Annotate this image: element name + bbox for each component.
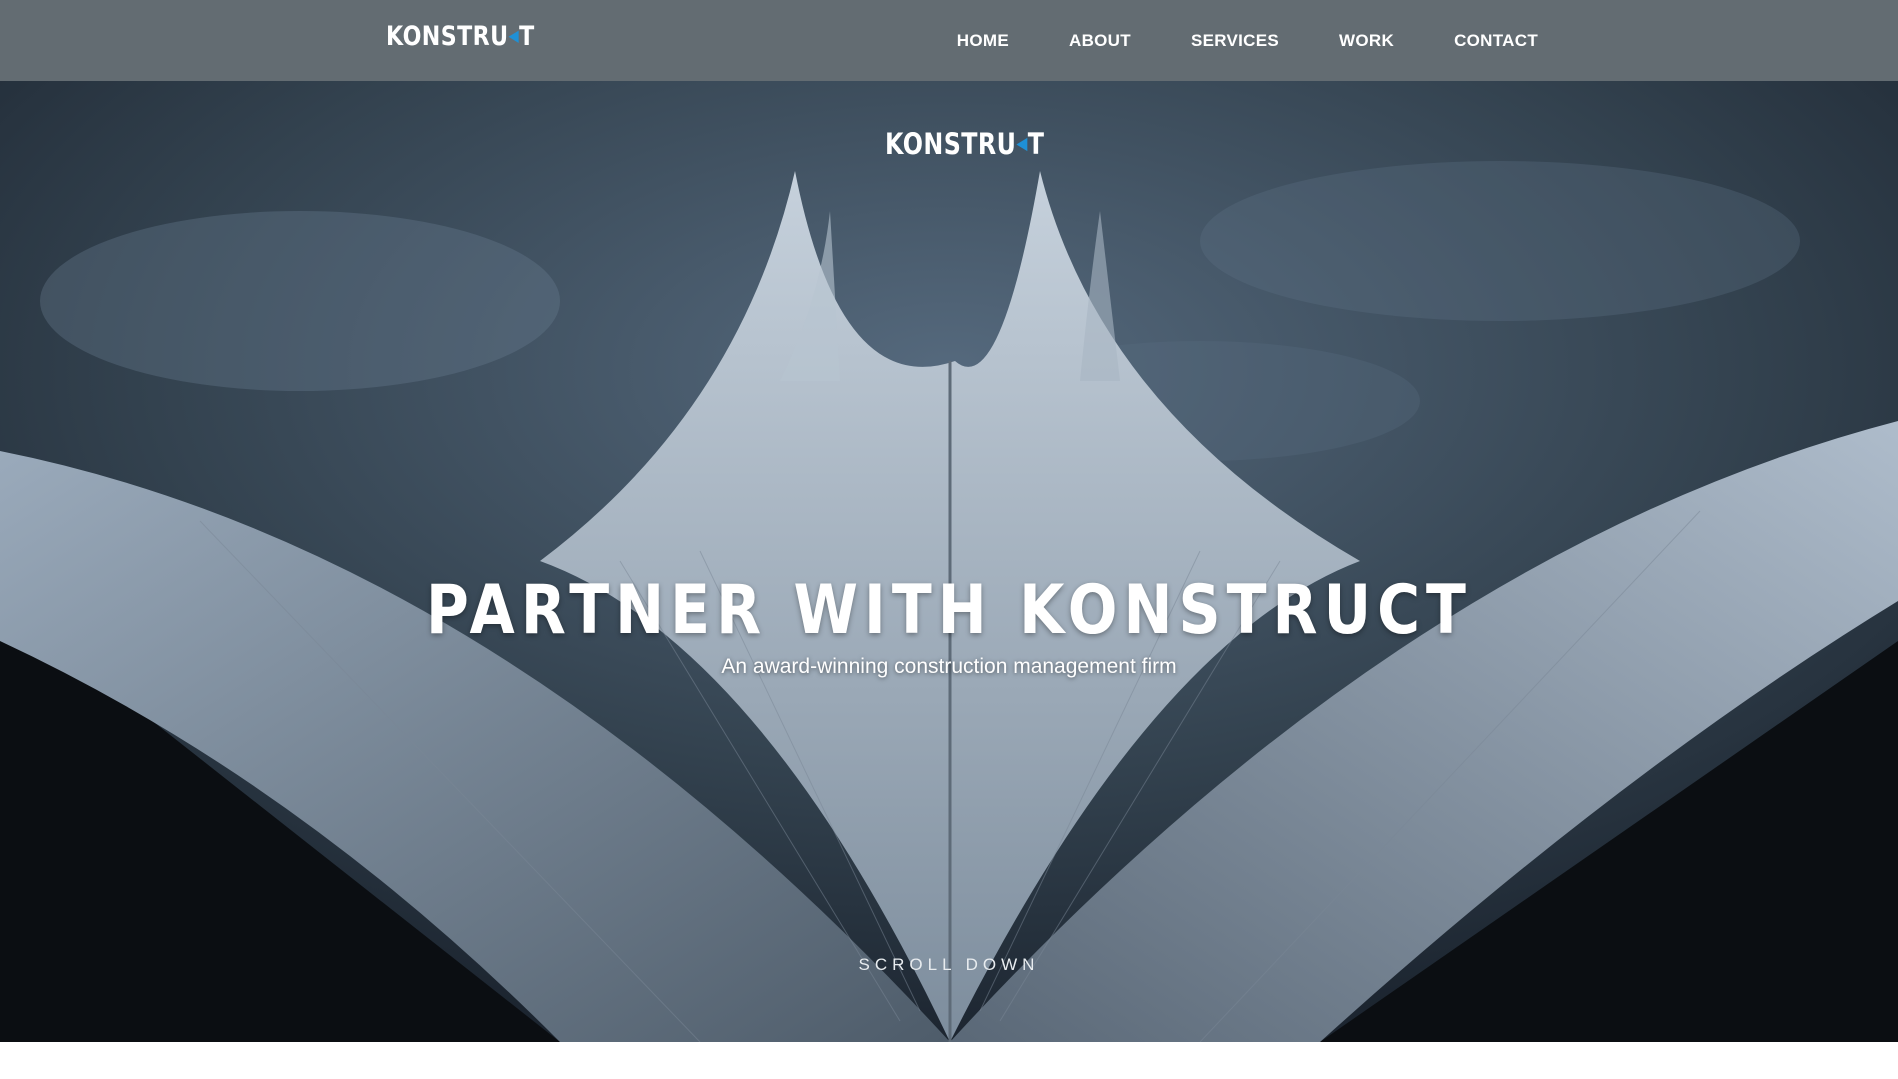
nav-services-link[interactable]: SERVICES (1191, 31, 1279, 51)
top-navbar: KONSTRU ◀ T HOME ABOUT SERVICES WORK CONTA… (0, 0, 1898, 81)
hero-logo-text-end: T (1027, 127, 1045, 161)
logo-text-end: T (519, 21, 535, 52)
nav-contact-link[interactable]: CONTACT (1454, 31, 1538, 51)
logo-accent-icon: ◀ (508, 26, 520, 46)
logo-text-start: KONSTRU (386, 21, 509, 52)
hero-logo: KONSTRU ◀ T (885, 130, 1044, 159)
hero-subtitle: An award-winning construction management… (721, 655, 1177, 678)
brand-logo[interactable]: KONSTRU ◀ T (386, 23, 535, 50)
hero-title: PARTNER WITH KONSTRUCT (426, 571, 1472, 650)
nav-about-link[interactable]: ABOUT (1069, 31, 1131, 51)
hero-logo-accent-icon: ◀ (1016, 133, 1028, 154)
nav-links: HOME ABOUT SERVICES WORK CONTACT (957, 0, 1538, 81)
hero-section: KONSTRU ◀ T PARTNER WITH KONSTRUCT An awar… (0, 81, 1898, 1042)
nav-work-link[interactable]: WORK (1339, 31, 1394, 51)
nav-home-link[interactable]: HOME (957, 31, 1009, 51)
scroll-down-link[interactable]: SCROLL DOWN (0, 955, 1898, 975)
hero-logo-text-start: KONSTRU (885, 127, 1017, 161)
hero-background-image (0, 81, 1898, 1042)
